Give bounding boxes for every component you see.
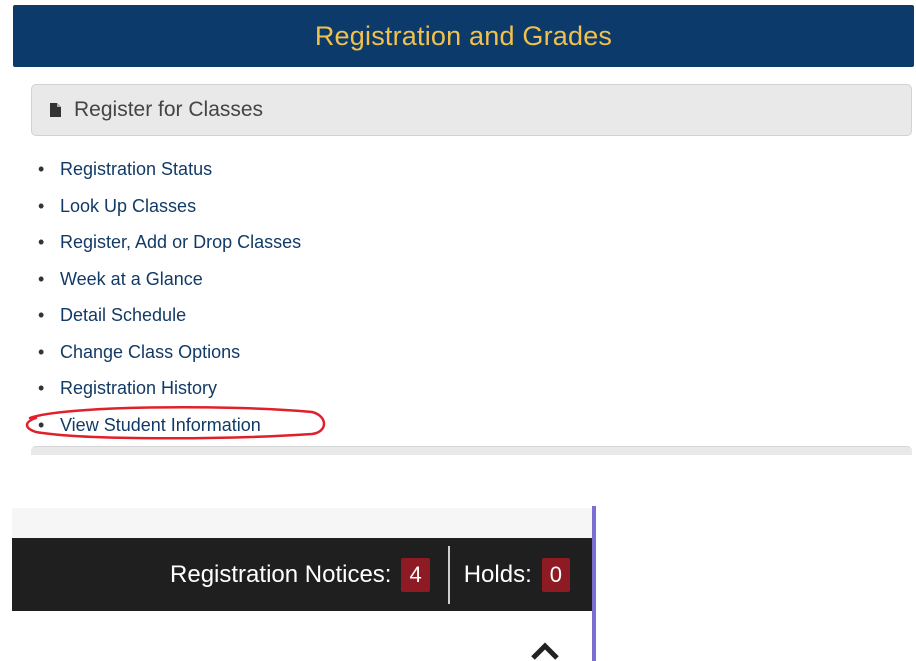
bullet: • xyxy=(38,232,45,252)
list-item: • Registration History xyxy=(38,377,301,414)
holds-count-badge[interactable]: 0 xyxy=(541,557,570,592)
bullet: • xyxy=(38,305,45,325)
document-icon xyxy=(50,103,61,117)
link-week-at-a-glance[interactable]: Week at a Glance xyxy=(60,268,203,290)
list-item: • Change Class Options xyxy=(38,341,301,378)
link-registration-status[interactable]: Registration Status xyxy=(60,158,212,180)
link-register-add-drop-classes[interactable]: Register, Add or Drop Classes xyxy=(60,231,301,253)
list-item: • Look Up Classes xyxy=(38,195,301,232)
notices-bar: Registration Notices: 4 Holds: 0 xyxy=(12,538,592,611)
link-look-up-classes[interactable]: Look Up Classes xyxy=(60,195,196,217)
bullet: • xyxy=(38,378,45,398)
holds-label[interactable]: Holds: xyxy=(464,560,532,590)
chevron-up-icon[interactable] xyxy=(530,640,560,660)
next-section-header-edge xyxy=(31,446,912,455)
list-item: • Register, Add or Drop Classes xyxy=(38,231,301,268)
list-item: • Week at a Glance xyxy=(38,268,301,305)
notices-top-strip xyxy=(12,508,592,538)
section-title: Register for Classes xyxy=(74,98,264,121)
list-item: • Detail Schedule xyxy=(38,304,301,341)
list-item: • Registration Status xyxy=(38,158,301,195)
divider xyxy=(447,545,450,604)
bullet: • xyxy=(38,341,45,362)
section-header-register-for-classes[interactable]: Register for Classes xyxy=(31,84,912,136)
bullet: • xyxy=(38,195,45,216)
registration-notices-label[interactable]: Registration Notices: xyxy=(170,560,391,590)
bullet: • xyxy=(38,414,45,435)
link-view-student-information[interactable]: View Student Information xyxy=(60,414,261,436)
link-detail-schedule[interactable]: Detail Schedule xyxy=(60,304,186,326)
registration-links-list: • Registration Status • Look Up Classes … xyxy=(38,158,301,450)
link-registration-history[interactable]: Registration History xyxy=(60,377,217,399)
page-header: Registration and Grades xyxy=(13,5,914,67)
panel-border-edge xyxy=(592,506,596,661)
bullet: • xyxy=(38,268,45,289)
link-change-class-options[interactable]: Change Class Options xyxy=(60,341,240,363)
list-item: • View Student Information xyxy=(38,414,301,451)
registration-notices-count-badge[interactable]: 4 xyxy=(401,557,430,592)
page-title: Registration and Grades xyxy=(314,20,613,51)
bullet: • xyxy=(38,159,45,179)
